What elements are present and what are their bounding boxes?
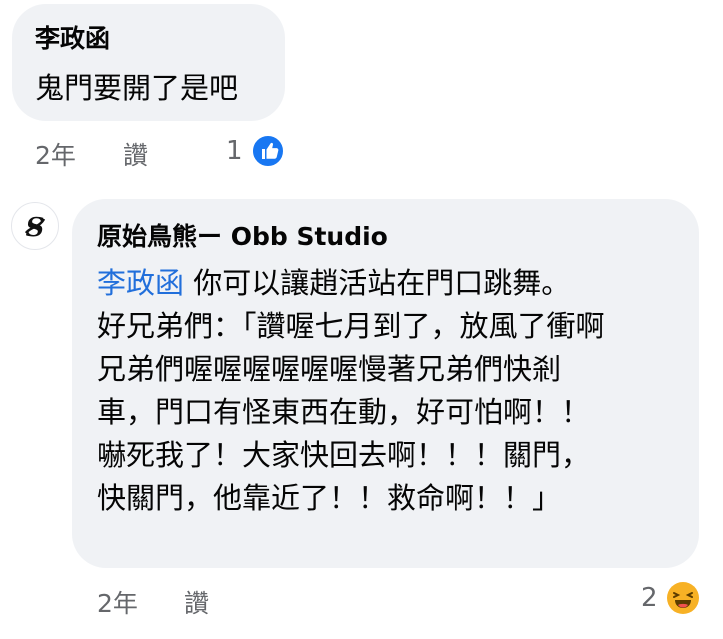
comment-timestamp[interactable]: 2年	[35, 141, 76, 171]
comment-bubble: 李政函 鬼門要開了是吧	[12, 4, 285, 121]
mention-link[interactable]: 李政函	[97, 266, 184, 300]
comment-line-2: 好兄弟們：「讚喔七月到了，放風了衝啊	[97, 309, 605, 343]
comment-line-5: 嚇死我了！大家快回去啊！！！關門，	[97, 438, 591, 472]
like-icon[interactable]	[251, 134, 285, 168]
comment-text: 鬼門要開了是吧	[35, 71, 239, 105]
comment-text: 李政函 你可以讓趙活站在門口跳舞。 好兄弟們：「讚喔七月到了，放風了衝啊 兄弟們…	[97, 262, 605, 520]
reaction-count[interactable]: 1	[226, 136, 243, 166]
comment-timestamp[interactable]: 2年	[97, 589, 138, 619]
comment-author[interactable]: 原始鳥熊ー Obb Studio	[97, 222, 388, 252]
comment-line-6: 快關門，他靠近了！！救命啊！！」	[97, 481, 562, 515]
comment-bubble: 原始鳥熊ー Obb Studio 李政函 你可以讓趙活站在門口跳舞。 好兄弟們：…	[72, 199, 699, 568]
haha-icon[interactable]	[667, 582, 699, 614]
comment-line-4: 車，門口有怪東西在動，好可怕啊！！	[97, 395, 591, 429]
reaction-count[interactable]: 2	[641, 583, 658, 613]
like-button[interactable]: 讚	[184, 589, 209, 619]
comment-line-1: 李政函 你可以讓趙活站在門口跳舞。	[97, 266, 571, 300]
like-button[interactable]: 讚	[123, 141, 148, 171]
avatar[interactable]: S	[11, 202, 59, 250]
comment-author[interactable]: 李政函	[35, 24, 110, 54]
comment-line-3: 兄弟們喔喔喔喔喔喔慢著兄弟們快剎	[97, 352, 562, 386]
